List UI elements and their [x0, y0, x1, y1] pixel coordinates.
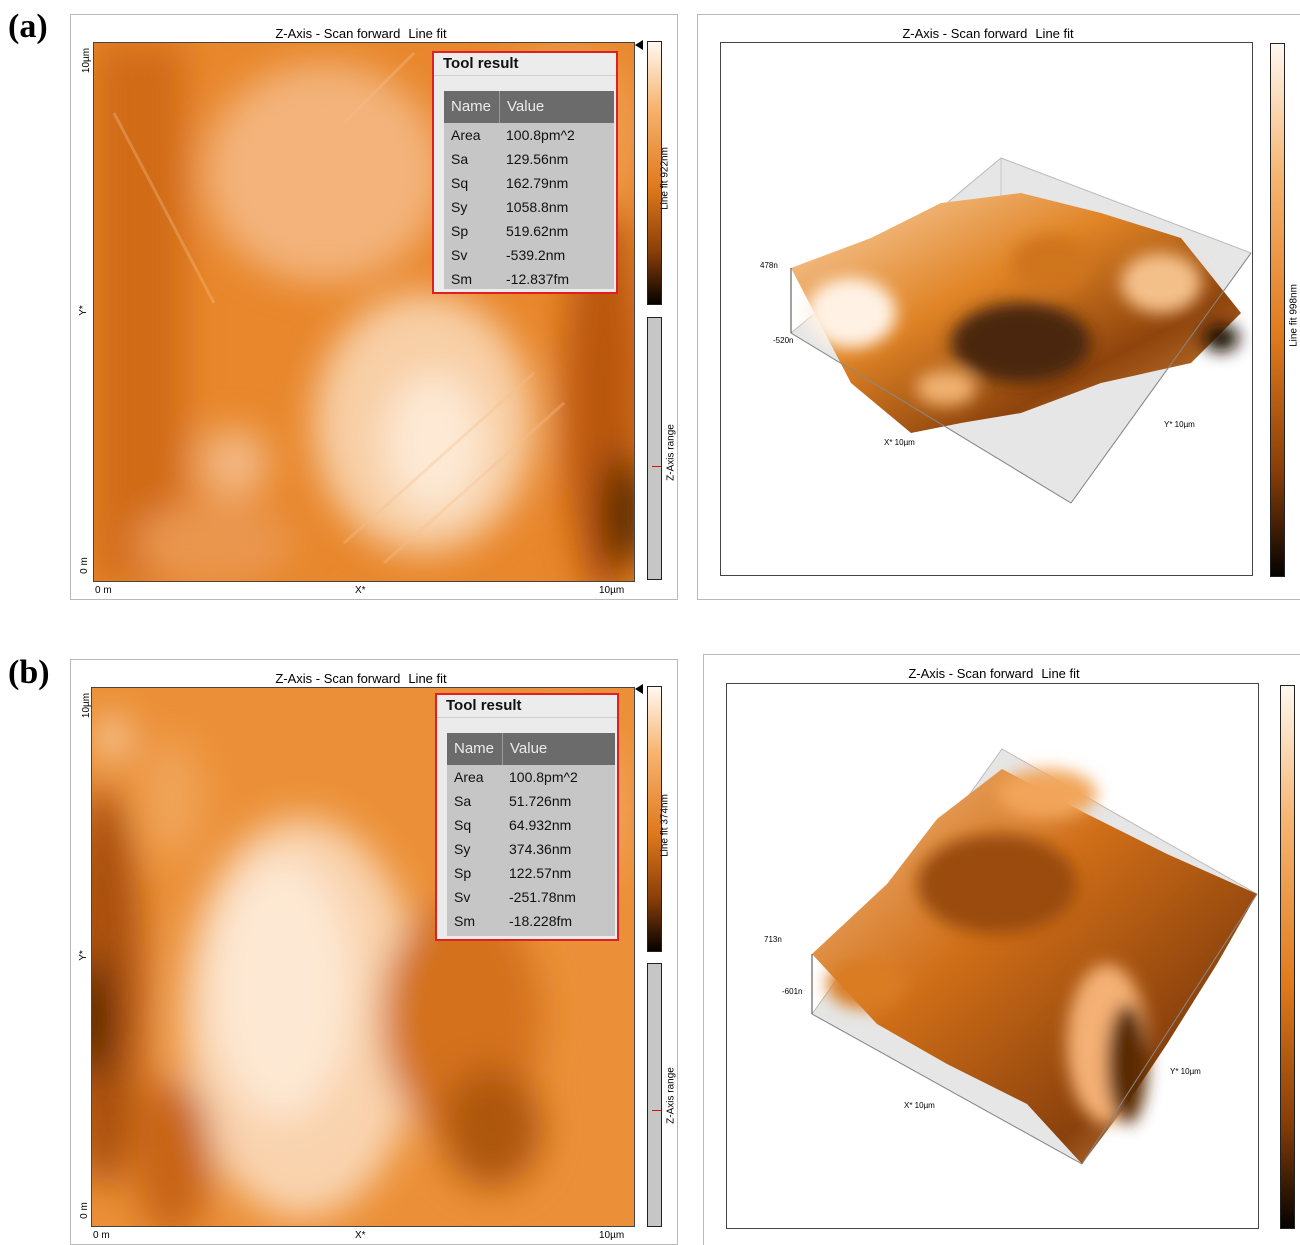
y-axis-label-b: Y* [77, 950, 89, 961]
table-header[interactable]: Name Value [447, 733, 615, 765]
table-row[interactable]: Sq 64.932nm [447, 813, 615, 837]
x-axis-label-3d-a: X* 10µm [884, 438, 915, 447]
afm-3d-plot-b[interactable] [726, 683, 1259, 1229]
panel-label-a: (a) [8, 8, 48, 45]
z-range-slider-b[interactable] [647, 963, 662, 1227]
z-bottom-tick-3d-a: -520n [773, 336, 794, 345]
z-bottom-tick-3d-b: -601n [782, 987, 803, 996]
colorbar-label-b: Line fit 374nm [659, 794, 671, 857]
tool-result-window-b[interactable]: Tool result Name Value Area 100.8pm^2 Sa 5… [435, 693, 619, 941]
z-range-handle-a[interactable] [652, 466, 661, 467]
afm-3d-plot-a[interactable] [720, 42, 1253, 576]
colorbar-marker-icon-b [635, 684, 643, 694]
z-range-handle-b[interactable] [652, 1110, 661, 1111]
z-range-label-a: Z-Axis range [665, 424, 677, 481]
table-row[interactable]: Sm -18.228fm [447, 909, 615, 933]
table-row[interactable]: Sv -539.2nm [444, 243, 614, 267]
table-row[interactable]: Sy 1058.8nm [444, 195, 614, 219]
x-axis-label-3d-b: X* 10µm [904, 1101, 935, 1110]
x-axis-label-b: X* [355, 1230, 366, 1241]
tool-result-window-a[interactable]: Tool result Name Value Area 100.8pm^2 Sa 1… [432, 51, 618, 294]
table-row[interactable]: Area 100.8pm^2 [444, 123, 614, 147]
y-bottom-tick-b: 0 m [78, 1202, 90, 1219]
table-row[interactable]: Sa 129.56nm [444, 147, 614, 171]
colorbar-label-a: Line fit 922nm [659, 147, 671, 210]
x-left-tick-b: 0 m [93, 1230, 110, 1241]
afm-3d-title-a: Z-Axis - Scan forward Line fit [902, 26, 1074, 41]
afm-3d-view-b[interactable]: Z-Axis - Scan forward Line fit 713n -601… [703, 654, 1300, 1245]
z-range-slider-a[interactable] [647, 317, 662, 580]
y-axis-label-3d-a: Y* 10µm [1164, 420, 1195, 429]
colorbar-marker-icon-a [635, 40, 643, 50]
y-axis-label-3d-b: Y* 10µm [1170, 1067, 1201, 1076]
y-top-tick-a: 10µm [81, 47, 93, 74]
header-value[interactable]: Value [500, 91, 544, 123]
tool-result-table-a[interactable]: Name Value Area 100.8pm^2 Sa 129.56nm Sq 16… [444, 91, 614, 289]
tool-result-table-b[interactable]: Name Value Area 100.8pm^2 Sa 51.726nm Sq 64… [447, 733, 615, 936]
afm-2d-title-a: Z-Axis - Scan forward Line fit [275, 26, 447, 41]
tool-result-title-a: Tool result [434, 53, 616, 76]
x-left-tick-a: 0 m [95, 585, 112, 596]
table-row[interactable]: Sm -12.837fm [444, 267, 614, 291]
tool-result-title-b: Tool result [437, 695, 617, 718]
table-row[interactable]: Sp 519.62nm [444, 219, 614, 243]
z-top-tick-3d-b: 713n [764, 935, 782, 944]
table-row[interactable]: Area 100.8pm^2 [447, 765, 615, 789]
afm-3d-title-b: Z-Axis - Scan forward Line fit [908, 666, 1080, 681]
header-value[interactable]: Value [503, 733, 547, 765]
colorbar-label-3d-a: Line fit 998nm [1288, 284, 1300, 347]
header-name[interactable]: Name [444, 91, 500, 123]
table-row[interactable]: Sv -251.78nm [447, 885, 615, 909]
x-right-tick-b: 10µm [599, 1230, 625, 1241]
table-row[interactable]: Sp 122.57nm [447, 861, 615, 885]
x-right-tick-a: 10µm [599, 585, 625, 596]
x-axis-label-a: X* [355, 585, 366, 596]
header-name[interactable]: Name [447, 733, 503, 765]
y-top-tick-b: 10µm [81, 692, 93, 719]
z-range-label-b: Z-Axis range [665, 1067, 677, 1124]
z-top-tick-3d-a: 478n [760, 261, 778, 270]
colorbar-3d-b [1280, 685, 1295, 1229]
table-header[interactable]: Name Value [444, 91, 614, 123]
table-row[interactable]: Sy 374.36nm [447, 837, 615, 861]
table-row[interactable]: Sq 162.79nm [444, 171, 614, 195]
afm-2d-view-b[interactable]: Z-Axis - Scan forward Line fit 10µm Y* 0 … [70, 659, 678, 1245]
colorbar-3d-a [1270, 43, 1285, 577]
afm-2d-view-a[interactable]: Z-Axis - Scan forward Line fit 10µm Y* 0… [70, 14, 678, 600]
table-row[interactable]: Sa 51.726nm [447, 789, 615, 813]
panel-label-b: (b) [8, 654, 50, 691]
afm-3d-view-a[interactable]: Z-Axis - Scan forward Line fit 478n -520… [697, 14, 1300, 600]
y-bottom-tick-a: 0 m [78, 557, 90, 574]
y-axis-label-a: Y* [77, 305, 89, 316]
afm-2d-title-b: Z-Axis - Scan forward Line fit [275, 671, 447, 686]
